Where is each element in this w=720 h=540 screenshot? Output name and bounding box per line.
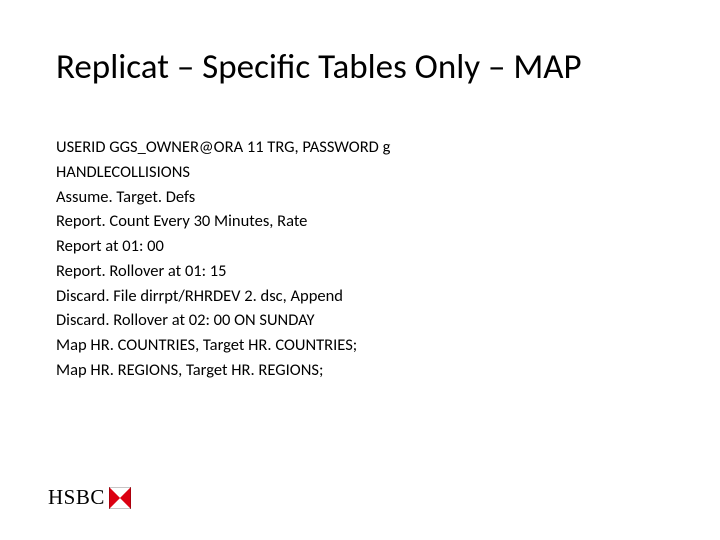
config-line: Map HR. COUNTRIES, Target HR. COUNTRIES; <box>56 333 660 358</box>
config-line: USERID GGS_OWNER@ORA 11 TRG, PASSWORD g <box>56 135 660 160</box>
hsbc-hexagon-icon <box>109 487 131 509</box>
logo-text: HSBC <box>48 485 105 510</box>
config-line: HANDLECOLLISIONS <box>56 160 660 185</box>
config-line: Discard. File dirrpt/RHRDEV 2. dsc, Appe… <box>56 284 660 309</box>
config-line: Discard. Rollover at 02: 00 ON SUNDAY <box>56 308 660 333</box>
config-line: Report at 01: 00 <box>56 234 660 259</box>
config-line: Report. Rollover at 01: 15 <box>56 259 660 284</box>
config-line: Assume. Target. Defs <box>56 185 660 210</box>
slide-container: Replicat – Specific Tables Only – MAP US… <box>0 0 720 540</box>
slide-body: USERID GGS_OWNER@ORA 11 TRG, PASSWORD g … <box>56 135 660 383</box>
config-line: Report. Count Every 30 Minutes, Rate <box>56 209 660 234</box>
slide-title: Replicat – Specific Tables Only – MAP <box>56 48 680 87</box>
config-line: Map HR. REGIONS, Target HR. REGIONS; <box>56 358 660 383</box>
hsbc-logo: HSBC <box>48 485 131 510</box>
